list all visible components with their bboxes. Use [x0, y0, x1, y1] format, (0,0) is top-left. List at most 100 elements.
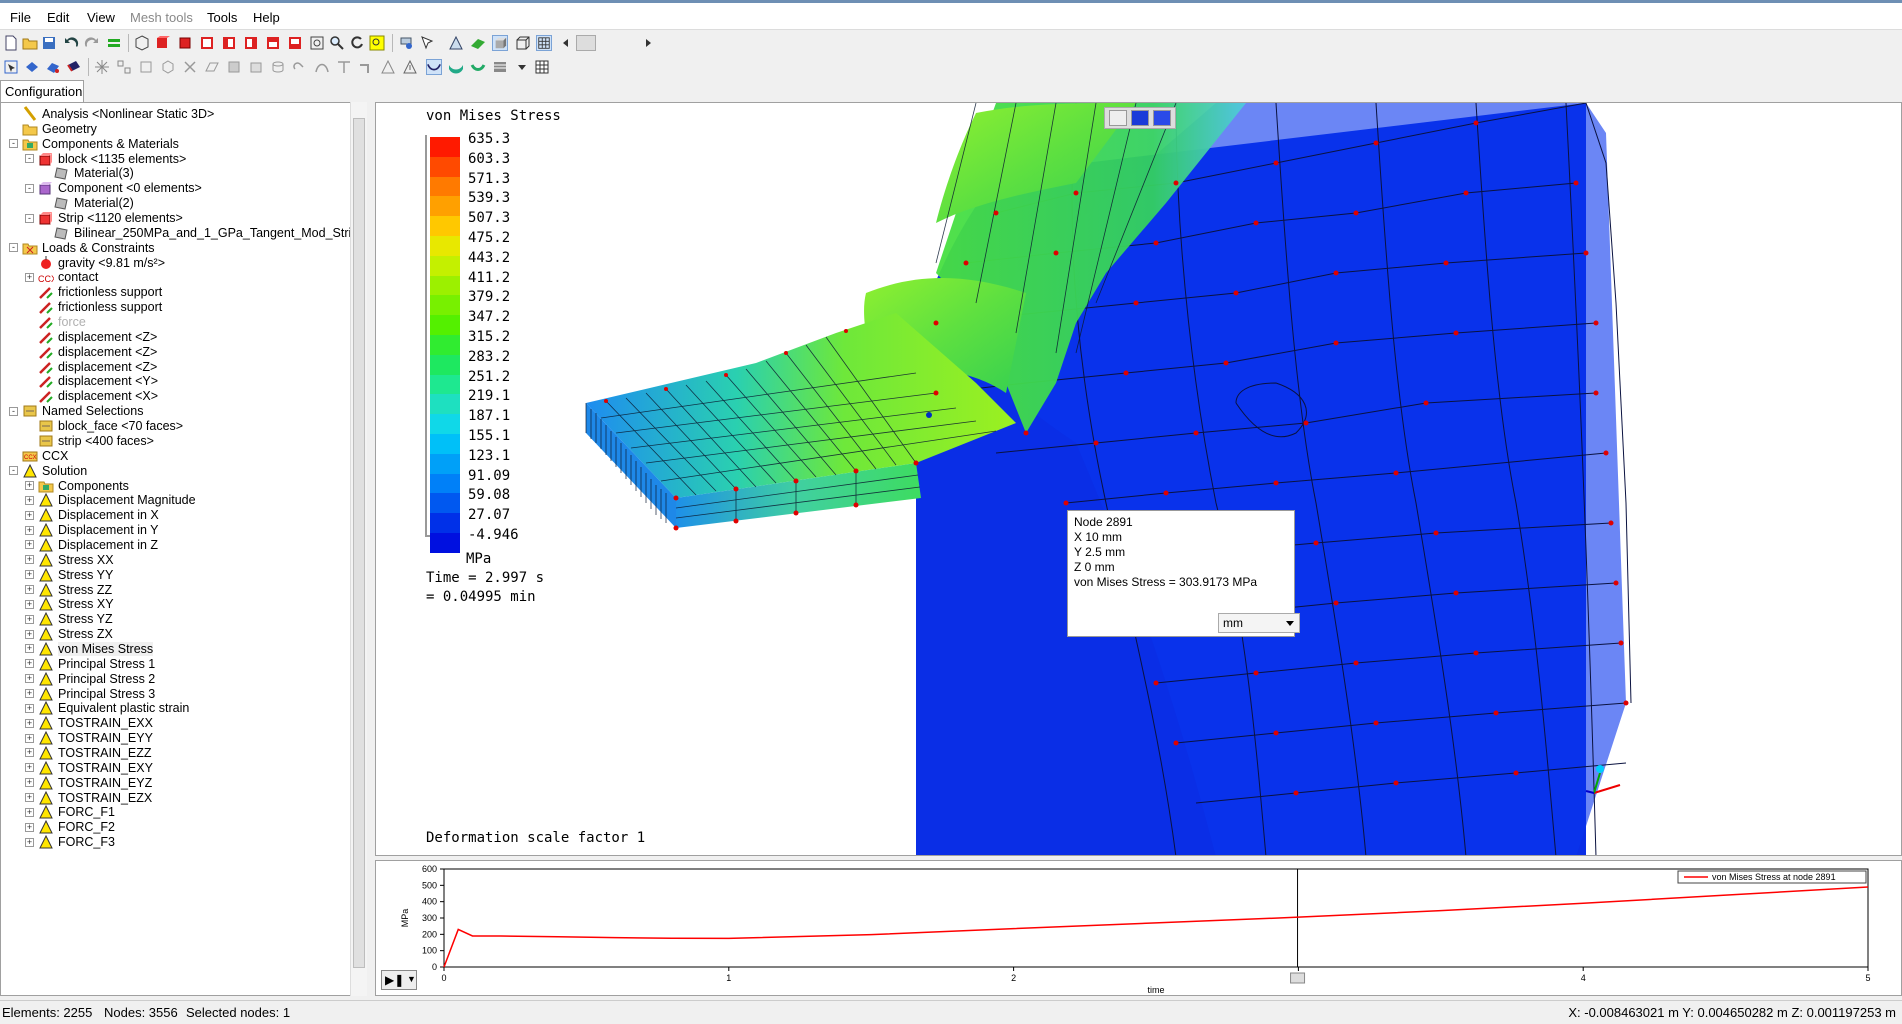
- open-folder-icon[interactable]: [22, 35, 38, 51]
- vectors-icon[interactable]: [470, 59, 486, 75]
- pick-icon[interactable]: [398, 35, 414, 51]
- tree-scrollbar[interactable]: [350, 102, 367, 996]
- time-cursor-handle[interactable]: [1290, 972, 1306, 984]
- solid-view-icon[interactable]: [492, 35, 508, 51]
- collapse-icon[interactable]: -: [9, 406, 18, 416]
- explode-icon[interactable]: [94, 59, 110, 75]
- expand-icon[interactable]: +: [25, 703, 34, 713]
- zoom-icon[interactable]: [329, 35, 345, 51]
- rotate-icon[interactable]: [349, 35, 365, 51]
- expand-icon[interactable]: +: [25, 807, 34, 817]
- expand-icon[interactable]: +: [25, 644, 34, 654]
- expand-icon[interactable]: +: [25, 778, 34, 788]
- menu-file[interactable]: File: [10, 10, 31, 25]
- view-left-icon[interactable]: [221, 35, 237, 51]
- expand-icon[interactable]: +: [25, 822, 34, 832]
- curve-icon[interactable]: [314, 59, 330, 75]
- view-iso-icon[interactable]: [155, 35, 171, 51]
- zoom-fit-icon[interactable]: [309, 35, 325, 51]
- toolbar-slider-box[interactable]: [576, 35, 596, 51]
- expand-icon[interactable]: +: [25, 689, 34, 699]
- scroll-left-icon[interactable]: [558, 35, 574, 51]
- surface-icon[interactable]: [470, 35, 486, 51]
- expand-icon[interactable]: +: [25, 510, 34, 520]
- contour-icon[interactable]: [448, 59, 464, 75]
- select-body-icon[interactable]: [66, 59, 82, 75]
- warning-mesh-icon[interactable]: [402, 59, 418, 75]
- tab-configuration[interactable]: Configuration: [0, 80, 84, 102]
- new-file-icon[interactable]: [3, 35, 19, 51]
- split-icon[interactable]: [116, 59, 132, 75]
- scroll-right-icon[interactable]: [640, 35, 656, 51]
- expand-icon[interactable]: +: [25, 674, 34, 684]
- expand-icon[interactable]: +: [25, 837, 34, 847]
- plane-icon[interactable]: [204, 59, 220, 75]
- table-icon[interactable]: [534, 59, 550, 75]
- model-viewport[interactable]: von Mises Stress 635.3 603.3 571.3 539.3 507…: [375, 102, 1902, 856]
- options-dropdown-icon[interactable]: [514, 59, 530, 75]
- probe-icon[interactable]: [492, 59, 508, 75]
- expand-icon[interactable]: +: [25, 555, 34, 565]
- select-element-icon[interactable]: [45, 59, 61, 75]
- expand-icon[interactable]: +: [25, 495, 34, 505]
- equals-icon[interactable]: [106, 35, 122, 51]
- expand-icon[interactable]: +: [25, 629, 34, 639]
- probe-unit-select[interactable]: mm: [1218, 613, 1300, 633]
- expand-icon[interactable]: +: [25, 763, 34, 773]
- redo-icon[interactable]: [83, 35, 99, 51]
- expand-icon[interactable]: +: [25, 525, 34, 535]
- body-select-icon[interactable]: [248, 59, 264, 75]
- collapse-icon[interactable]: -: [9, 243, 18, 253]
- view-top-icon[interactable]: [265, 35, 281, 51]
- hex-icon[interactable]: [160, 59, 176, 75]
- expand-icon[interactable]: +: [25, 733, 34, 743]
- expand-icon[interactable]: +: [25, 481, 34, 490]
- play-pause-icon[interactable]: ▶❚: [385, 973, 404, 987]
- wireframe-icon[interactable]: [514, 35, 530, 51]
- view-mode-wire-icon[interactable]: [1109, 110, 1127, 126]
- expand-icon[interactable]: +: [25, 540, 34, 550]
- undo-icon[interactable]: [64, 35, 80, 51]
- expand-icon[interactable]: +: [25, 659, 34, 669]
- select-node-icon[interactable]: [3, 59, 19, 75]
- pipe-icon[interactable]: [358, 59, 374, 75]
- play-dropdown-icon[interactable]: ▼: [407, 974, 416, 984]
- collapse-icon[interactable]: -: [25, 213, 34, 223]
- tee-icon[interactable]: [336, 59, 352, 75]
- menu-tools[interactable]: Tools: [207, 10, 237, 25]
- view-back-icon[interactable]: [199, 35, 215, 51]
- link-icon[interactable]: [292, 59, 308, 75]
- triangle-icon[interactable]: [380, 59, 396, 75]
- expand-icon[interactable]: +: [25, 718, 34, 728]
- expand-icon[interactable]: +: [25, 793, 34, 803]
- view-front-icon[interactable]: [177, 35, 193, 51]
- expand-icon[interactable]: +: [25, 570, 34, 580]
- box-icon[interactable]: [138, 59, 154, 75]
- menu-mesh-tools[interactable]: Mesh tools: [130, 10, 193, 25]
- view-right-icon[interactable]: [243, 35, 259, 51]
- expand-icon[interactable]: +: [25, 585, 34, 595]
- fem-model-canvas[interactable]: [376, 103, 1902, 856]
- expand-icon[interactable]: +: [25, 614, 34, 624]
- collapse-icon[interactable]: -: [9, 466, 18, 476]
- mesh-lines-icon[interactable]: [536, 35, 552, 51]
- menu-help[interactable]: Help: [253, 10, 280, 25]
- view-bottom-icon[interactable]: [287, 35, 303, 51]
- menu-edit[interactable]: Edit: [47, 10, 69, 25]
- cross-icon[interactable]: [182, 59, 198, 75]
- view-mode-shaded-icon[interactable]: [1131, 110, 1149, 126]
- tree-item[interactable]: + FORC_F3: [25, 833, 115, 851]
- collapse-icon[interactable]: -: [25, 154, 34, 164]
- collapse-icon[interactable]: -: [9, 139, 18, 149]
- deformed-icon[interactable]: [426, 59, 442, 75]
- mesh-view-icon[interactable]: [448, 35, 464, 51]
- tree-scrollbar-thumb[interactable]: [353, 118, 365, 968]
- cube-wire-icon[interactable]: [134, 35, 150, 51]
- view-mode-solid-icon[interactable]: [1153, 110, 1171, 126]
- face-select-icon[interactable]: [226, 59, 242, 75]
- select-face-icon[interactable]: [24, 59, 40, 75]
- expand-icon[interactable]: +: [25, 748, 34, 758]
- collapse-icon[interactable]: -: [25, 183, 34, 193]
- expand-icon[interactable]: +: [25, 272, 34, 282]
- select-mode-icon[interactable]: [420, 35, 436, 51]
